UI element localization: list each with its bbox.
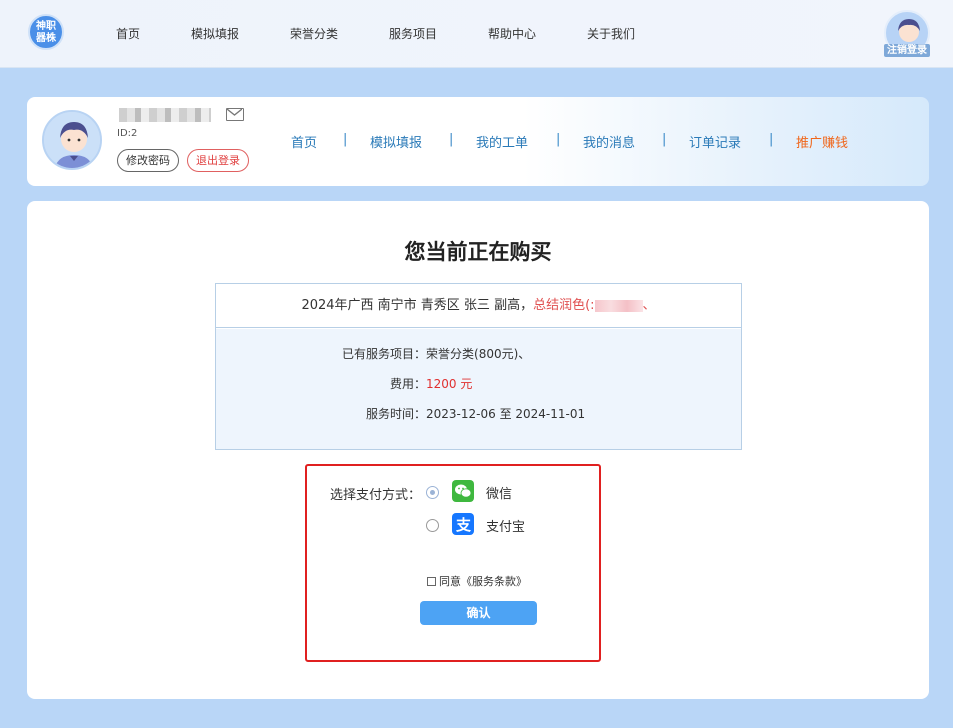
services-value: 荣誉分类(800元)、 (426, 347, 531, 361)
top-navbar: 神职器株 首页 模拟填报 荣誉分类 服务项目 帮助中心 关于我们 注销登录 (0, 0, 953, 68)
order-head-suffix: 、 (642, 298, 656, 313)
subnav-home[interactable]: 首页 (291, 132, 317, 151)
page-title: 您当前正在购买 (404, 240, 552, 264)
subnav-separator: | (343, 132, 348, 147)
nav-simulate-fill[interactable]: 模拟填报 (191, 25, 239, 42)
subnav-simulate-fill[interactable]: 模拟填报 (370, 132, 422, 151)
services-label: 已有服务项目： (342, 347, 427, 361)
order-description: 2024年广西 南宁市 青秀区 张三 副高，总结润色(: 、 (216, 284, 741, 328)
order-head-highlight: 总结润色(: (533, 298, 595, 313)
order-summary: 2024年广西 南宁市 青秀区 张三 副高，总结润色(: 、 已有服务项目：荣誉分… (215, 283, 742, 450)
payment-method-label: 选择支付方式： (330, 488, 422, 503)
terms-checkbox[interactable] (427, 577, 436, 586)
user-id: ID:2 (117, 128, 138, 139)
order-details: 已有服务项目：荣誉分类(800元)、 费用：1200 元 服务时间：2023-1… (216, 329, 741, 449)
fee-label: 费用： (390, 377, 427, 391)
change-password-button[interactable]: 修改密码 (117, 149, 179, 172)
nav-honor-category[interactable]: 荣誉分类 (290, 25, 338, 42)
redacted-text (594, 299, 643, 312)
subnav-my-tickets[interactable]: 我的工单 (476, 132, 528, 151)
alipay-icon: 支 (452, 513, 474, 535)
wechat-radio[interactable] (426, 486, 439, 499)
subnav-my-messages[interactable]: 我的消息 (583, 132, 635, 151)
time-label: 服务时间： (366, 407, 427, 421)
nav-help[interactable]: 帮助中心 (488, 25, 536, 42)
subnav-separator: | (449, 132, 454, 147)
nav-services[interactable]: 服务项目 (389, 25, 437, 42)
terms-label: 同意《服务条款》 (439, 575, 527, 588)
confirm-button[interactable]: 确认 (420, 601, 537, 625)
terms-agreement[interactable]: 同意《服务条款》 (427, 573, 527, 589)
nav-home[interactable]: 首页 (116, 25, 140, 42)
profile-card: ID:2 修改密码 退出登录 首页 | 模拟填报 | 我的工单 | 我的消息 |… (27, 97, 929, 186)
fee-value: 1200 元 (426, 377, 473, 391)
user-avatar-icon (44, 112, 100, 168)
time-value: 2023-12-06 至 2024-11-01 (426, 407, 586, 421)
alipay-option-label[interactable]: 支付宝 (486, 516, 525, 535)
subnav-order-records[interactable]: 订单记录 (689, 132, 741, 151)
site-logo[interactable]: 神职器株 (28, 14, 64, 50)
nav-about[interactable]: 关于我们 (587, 25, 635, 42)
username-redacted (119, 108, 211, 122)
purchase-panel: 您当前正在购买 2024年广西 南宁市 青秀区 张三 副高，总结润色(: 、 已有… (27, 201, 929, 699)
wechat-option-label[interactable]: 微信 (486, 483, 512, 502)
logout-button[interactable]: 退出登录 (187, 149, 249, 172)
avatar (42, 110, 102, 170)
subnav-separator: | (769, 132, 774, 147)
alipay-radio[interactable] (426, 519, 439, 532)
subnav-separator: | (662, 132, 667, 147)
service-time-line: 服务时间：2023-12-06 至 2024-11-01 (366, 405, 585, 422)
subnav-promote-earn[interactable]: 推广赚钱 (796, 132, 848, 151)
alipay-logo-icon: 支 (455, 516, 472, 534)
envelope-icon (227, 109, 242, 116)
logout-link-top[interactable]: 注销登录 (884, 44, 930, 57)
svg-text:支: 支 (455, 516, 472, 534)
services-line: 已有服务项目：荣誉分类(800元)、 (342, 345, 530, 362)
logo-text: 神职器株 (36, 21, 56, 44)
wechat-logo-icon (455, 484, 472, 498)
wechat-icon (452, 480, 474, 502)
subnav-separator: | (556, 132, 561, 147)
fee-line: 费用：1200 元 (390, 375, 472, 392)
mail-icon[interactable] (226, 108, 244, 121)
order-head-prefix: 2024年广西 南宁市 青秀区 张三 副高， (301, 298, 534, 313)
